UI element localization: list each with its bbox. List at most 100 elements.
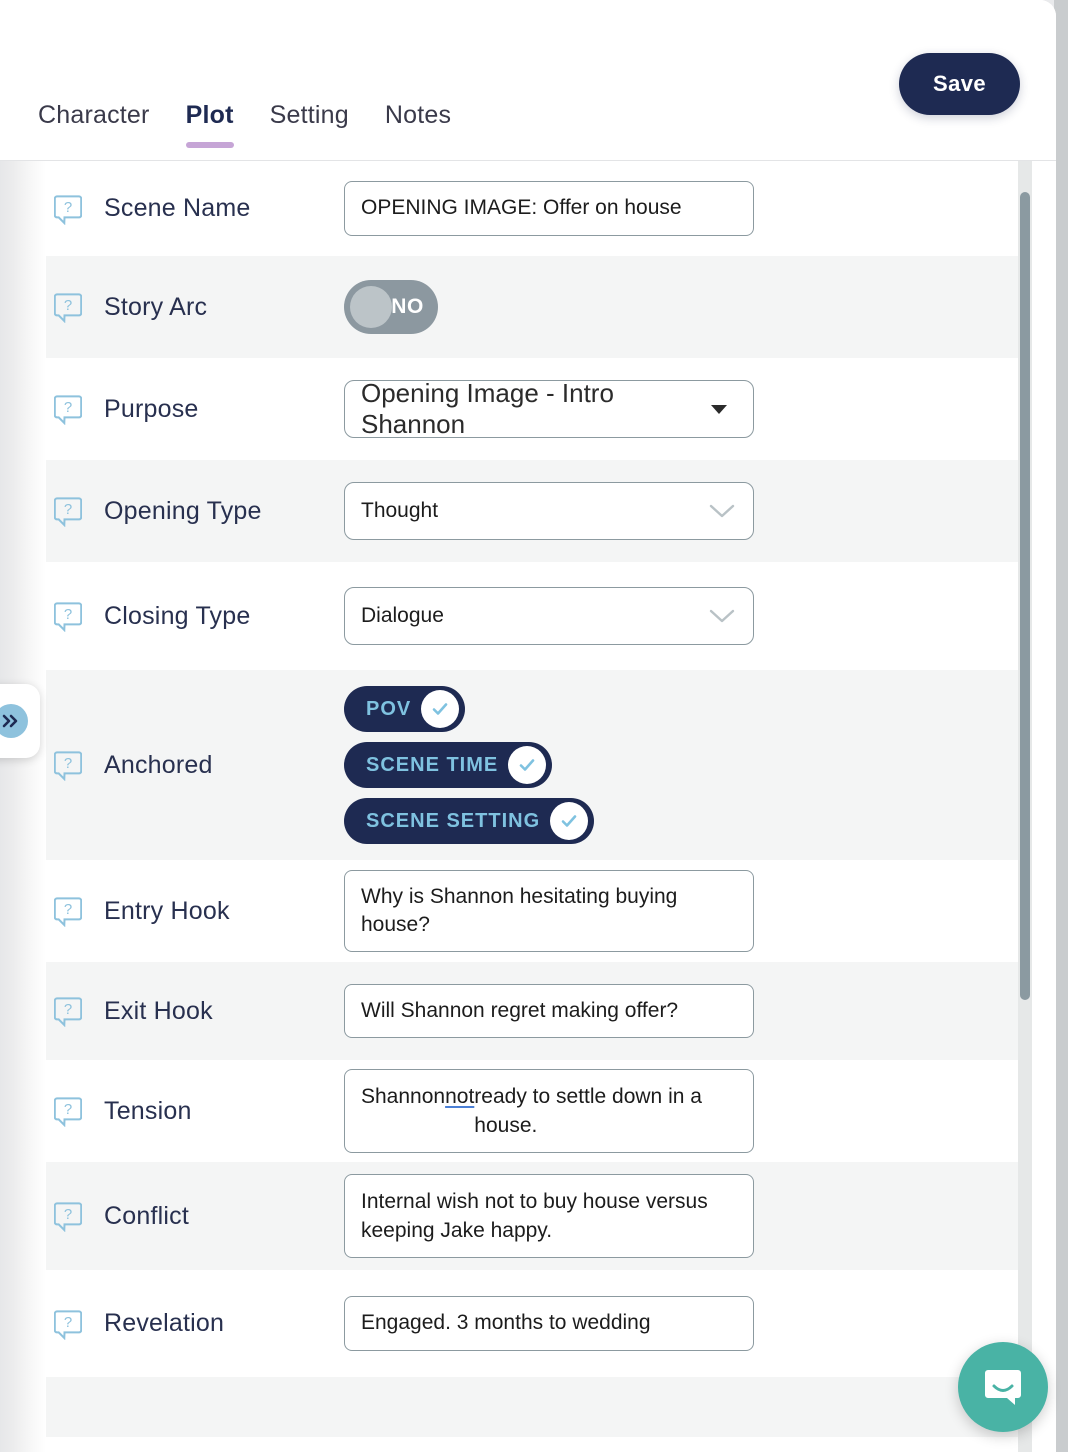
tab-character[interactable]: Character xyxy=(38,101,168,160)
tab-active-underline xyxy=(185,142,234,148)
form-row: ? Opening Type Thought xyxy=(0,460,1018,562)
pill-check[interactable] xyxy=(550,802,589,840)
form-row-partial xyxy=(0,1377,1018,1437)
field-control: Shannon not ready to settle down in a ho… xyxy=(344,1069,1018,1153)
form-row: ? Story Arc NO xyxy=(0,256,1018,358)
field-label: Entry Hook xyxy=(104,896,230,925)
closing-type-dropdown[interactable]: Dialogue xyxy=(344,587,754,645)
anchored-pill[interactable]: SCENE SETTING xyxy=(344,798,595,844)
field-input[interactable]: Internal wish not to buy house versus ke… xyxy=(344,1174,754,1258)
question-bubble-icon[interactable]: ? xyxy=(54,194,82,225)
tab-notes[interactable]: Notes xyxy=(367,101,469,160)
field-label: Conflict xyxy=(104,1201,189,1230)
field-label: Closing Type xyxy=(104,601,251,630)
question-bubble-icon[interactable]: ? xyxy=(54,751,82,781)
form-row: ? Conflict Internal wish not to buy house … xyxy=(0,1162,1018,1270)
form-rows: ? Scene Name OPENING IMAGE: Offer on house… xyxy=(0,161,1056,1437)
field-control: POV SCENE TIME SCENE SETTING xyxy=(344,686,1018,844)
pill-check[interactable] xyxy=(508,746,547,784)
chat-bubble-icon xyxy=(985,1370,1021,1405)
svg-text:?: ? xyxy=(64,501,72,518)
question-bubble-icon[interactable]: ? xyxy=(54,602,82,632)
opening-type-dropdown[interactable]: Thought xyxy=(344,482,754,540)
field-label: Revelation xyxy=(104,1309,225,1337)
chevron-down-icon xyxy=(709,504,735,518)
underlined-text: not xyxy=(445,1085,475,1109)
field-control: Internal wish not to buy house versus ke… xyxy=(344,1174,1018,1258)
tab-label: Plot xyxy=(185,101,234,129)
double-chevron-right-icon xyxy=(0,704,28,738)
form-row: ? Purpose Opening Image - Intro Shannon xyxy=(0,358,1018,460)
svg-text:?: ? xyxy=(64,755,72,772)
svg-text:?: ? xyxy=(64,1206,72,1223)
purpose-dropdown[interactable]: Opening Image - Intro Shannon xyxy=(344,378,754,439)
field-label: Opening Type xyxy=(104,496,262,525)
save-button[interactable]: Save xyxy=(899,53,1020,115)
expand-side-panel-handle[interactable] xyxy=(0,684,40,758)
pill-label: SCENE SETTING xyxy=(366,809,541,832)
svg-text:?: ? xyxy=(64,297,72,314)
chat-launcher-button[interactable] xyxy=(958,1342,1048,1432)
question-bubble-icon[interactable]: ? xyxy=(54,897,82,927)
form-row: ? Tension Shannon not ready to settle down… xyxy=(0,1060,1018,1162)
form-scroll-area[interactable]: ? Scene Name OPENING IMAGE: Offer on house… xyxy=(0,161,1056,1452)
pill-check[interactable] xyxy=(421,690,460,728)
anchored-pill[interactable]: POV xyxy=(344,686,466,732)
field-input[interactable]: Will Shannon regret making offer? xyxy=(344,983,754,1039)
svg-text:?: ? xyxy=(64,606,72,623)
question-bubble-icon[interactable]: ? xyxy=(54,1309,82,1340)
anchored-pill[interactable]: SCENE TIME xyxy=(344,742,553,788)
svg-text:?: ? xyxy=(64,901,72,918)
tab-label: Notes xyxy=(384,101,452,129)
outer-panel-edge xyxy=(1054,0,1068,1452)
story-arc-toggle[interactable]: NO xyxy=(344,280,438,334)
tab-plot[interactable]: Plot xyxy=(168,101,252,160)
field-label: Purpose xyxy=(104,394,199,423)
pill-label: POV xyxy=(366,697,412,720)
field-control: Why is Shannon hesitating buying house? xyxy=(344,869,1018,953)
field-label: Anchored xyxy=(104,750,213,779)
field-input[interactable]: Shannon not ready to settle down in a ho… xyxy=(344,1069,754,1153)
svg-text:?: ? xyxy=(64,1001,72,1018)
tab-bar: Character Plot Setting Notes xyxy=(38,101,469,160)
svg-text:?: ? xyxy=(64,1314,72,1331)
chevron-down-icon xyxy=(709,609,735,623)
svg-text:?: ? xyxy=(64,399,72,416)
field-control: Engaged. 3 months to wedding xyxy=(344,1296,1018,1351)
anchored-pill-group: POV SCENE TIME SCENE SETTING xyxy=(344,686,1018,844)
field-input[interactable]: Why is Shannon hesitating buying house? xyxy=(344,869,754,953)
field-control: NO xyxy=(344,280,1018,334)
form-row: ? Revelation Engaged. 3 months to wedding xyxy=(0,1270,1018,1377)
content-panel: Character Plot Setting Notes Save ? Scene… xyxy=(0,0,1056,1452)
field-control: OPENING IMAGE: Offer on house xyxy=(344,181,1018,236)
form-row: ? Closing Type Dialogue xyxy=(0,562,1018,670)
field-input[interactable]: OPENING IMAGE: Offer on house xyxy=(344,181,754,236)
field-control: Dialogue xyxy=(344,587,1018,645)
svg-text:?: ? xyxy=(64,199,72,216)
dropdown-value: Opening Image - Intro Shannon xyxy=(361,378,614,439)
field-label: Exit Hook xyxy=(104,996,213,1025)
field-control: Will Shannon regret making offer? xyxy=(344,983,1018,1039)
vertical-scrollbar-thumb[interactable] xyxy=(1020,192,1030,1000)
dropdown-value: Dialogue xyxy=(361,604,444,627)
svg-text:?: ? xyxy=(64,1101,72,1118)
question-bubble-icon[interactable]: ? xyxy=(54,293,82,323)
question-bubble-icon[interactable]: ? xyxy=(54,1202,82,1232)
question-bubble-icon[interactable]: ? xyxy=(54,497,82,527)
check-icon xyxy=(432,703,448,715)
question-bubble-icon[interactable]: ? xyxy=(54,1097,82,1127)
field-label: Story Arc xyxy=(104,292,208,321)
question-bubble-icon[interactable]: ? xyxy=(54,997,82,1027)
header-bar: Character Plot Setting Notes Save xyxy=(0,0,1056,161)
field-control: Thought xyxy=(344,482,1018,540)
question-bubble-icon[interactable]: ? xyxy=(54,395,82,425)
app-window: Character Plot Setting Notes Save ? Scene… xyxy=(0,0,1068,1452)
dropdown-value: Thought xyxy=(361,499,439,522)
field-input[interactable]: Engaged. 3 months to wedding xyxy=(344,1296,754,1351)
form-row: ? Entry Hook Why is Shannon hesitating buy… xyxy=(0,860,1018,962)
field-label: Tension xyxy=(104,1096,192,1125)
field-label: Scene Name xyxy=(104,194,251,222)
tab-setting[interactable]: Setting xyxy=(252,101,367,160)
tab-label: Character xyxy=(38,101,150,129)
form-row: ? Exit Hook Will Shannon regret making off… xyxy=(0,962,1018,1060)
